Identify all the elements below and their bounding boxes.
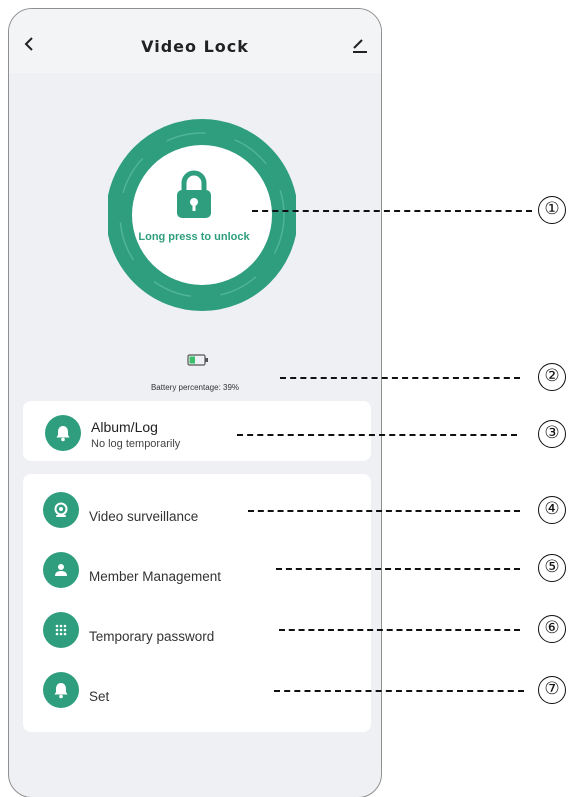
callout-line-3 <box>237 434 517 436</box>
edit-icon <box>353 39 367 53</box>
bell-icon <box>43 672 79 708</box>
callout-number-2: ② <box>538 363 566 391</box>
camera-icon <box>43 492 79 528</box>
callout-line-1 <box>252 210 532 212</box>
menu-item-label: Set <box>89 689 110 704</box>
battery-percentage: Battery percentage: 39% <box>150 383 240 392</box>
padlock-icon <box>177 170 211 218</box>
page: Video Lock Long press to unlock Battery … <box>0 0 571 797</box>
keypad-icon <box>43 612 79 648</box>
menu-item-member-management[interactable]: Member Management <box>23 552 371 602</box>
callout-number-1: ① <box>538 196 566 224</box>
menu-item-temporary-password[interactable]: Temporary password <box>23 612 371 662</box>
unlock-button[interactable]: Long press to unlock <box>119 135 269 285</box>
callout-number-5: ⑤ <box>538 554 566 582</box>
callout-number-4: ④ <box>538 496 566 524</box>
callout-number-6: ⑥ <box>538 615 566 643</box>
album-log-card[interactable]: Album/Log No log temporarily <box>23 401 371 461</box>
album-subtitle: No log temporarily <box>91 438 181 450</box>
menu-item-set[interactable]: Set <box>23 672 371 722</box>
unlock-label: Long press to unlock <box>138 231 250 243</box>
callout-line-5 <box>276 568 520 570</box>
menu-item-label: Video surveillance <box>89 509 199 524</box>
edit-button[interactable] <box>349 34 371 56</box>
battery-icon <box>187 354 208 366</box>
callout-number-3: ③ <box>538 420 566 448</box>
menu-item-video-surveillance[interactable]: Video surveillance <box>23 492 371 542</box>
phone-screen: Video Lock Long press to unlock Battery … <box>8 8 382 797</box>
menu-item-label: Temporary password <box>89 629 215 644</box>
menu-card: Video surveillance Member Management Tem… <box>23 474 371 732</box>
top-bar: Video Lock <box>9 9 381 73</box>
callout-line-7 <box>274 690 524 692</box>
album-title: Album/Log <box>91 419 158 435</box>
callout-number-7: ⑦ <box>538 676 566 704</box>
callout-line-2 <box>280 377 520 379</box>
person-icon <box>43 552 79 588</box>
bell-icon <box>45 415 81 451</box>
menu-item-label: Member Management <box>89 569 222 584</box>
callout-line-6 <box>279 629 520 631</box>
page-title: Video Lock <box>141 37 249 56</box>
callout-line-4 <box>248 510 520 512</box>
